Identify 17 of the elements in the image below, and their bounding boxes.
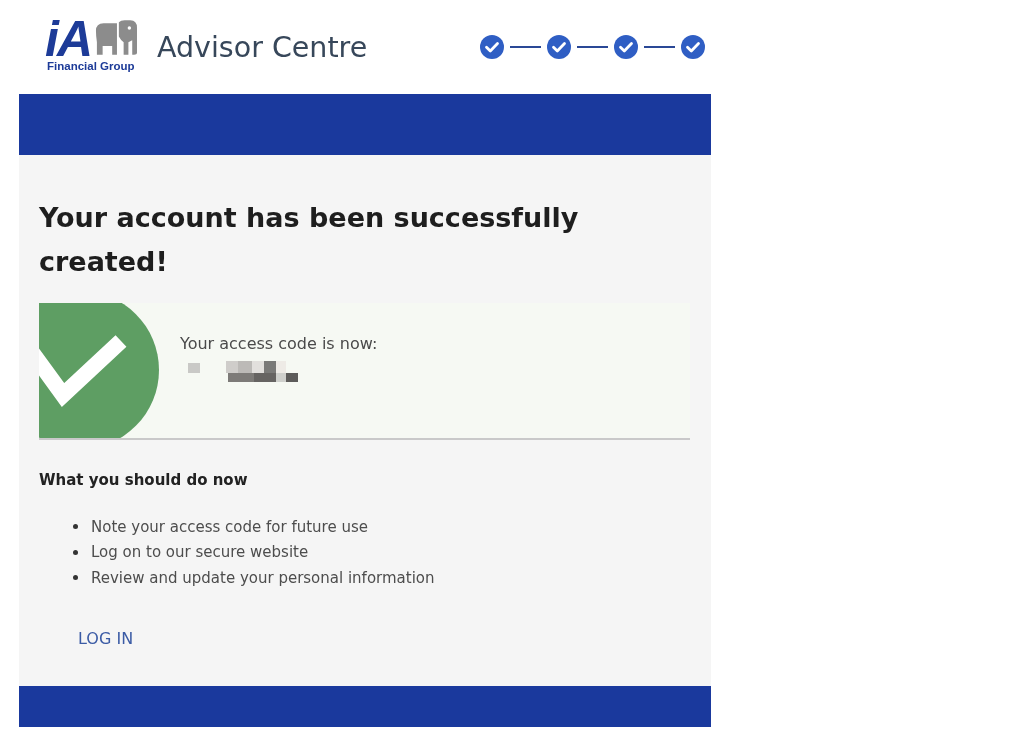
next-steps-heading: What you should do now: [39, 470, 249, 491]
access-code-label: Your access code is now:: [180, 333, 378, 355]
elephant-icon: [95, 18, 137, 55]
bullet-icon: [73, 549, 78, 555]
site-title: Advisor Centre: [157, 30, 368, 64]
bullet-icon: [73, 524, 78, 530]
logo-text: iA: [45, 17, 91, 60]
logo-tagline: Financial Group: [47, 59, 135, 73]
success-heading: Your account has been successfully created!: [39, 201, 580, 279]
next-step-text: Log on to our secure website: [91, 542, 309, 564]
login-link[interactable]: LOG IN: [78, 627, 134, 650]
step-connector: [510, 46, 541, 48]
bullet-icon: [73, 575, 78, 581]
step-connector: [577, 46, 608, 48]
next-step-text: Note your access code for future use: [91, 516, 368, 538]
next-step-text: Review and update your personal information: [91, 567, 435, 589]
step-connector: [644, 46, 675, 48]
